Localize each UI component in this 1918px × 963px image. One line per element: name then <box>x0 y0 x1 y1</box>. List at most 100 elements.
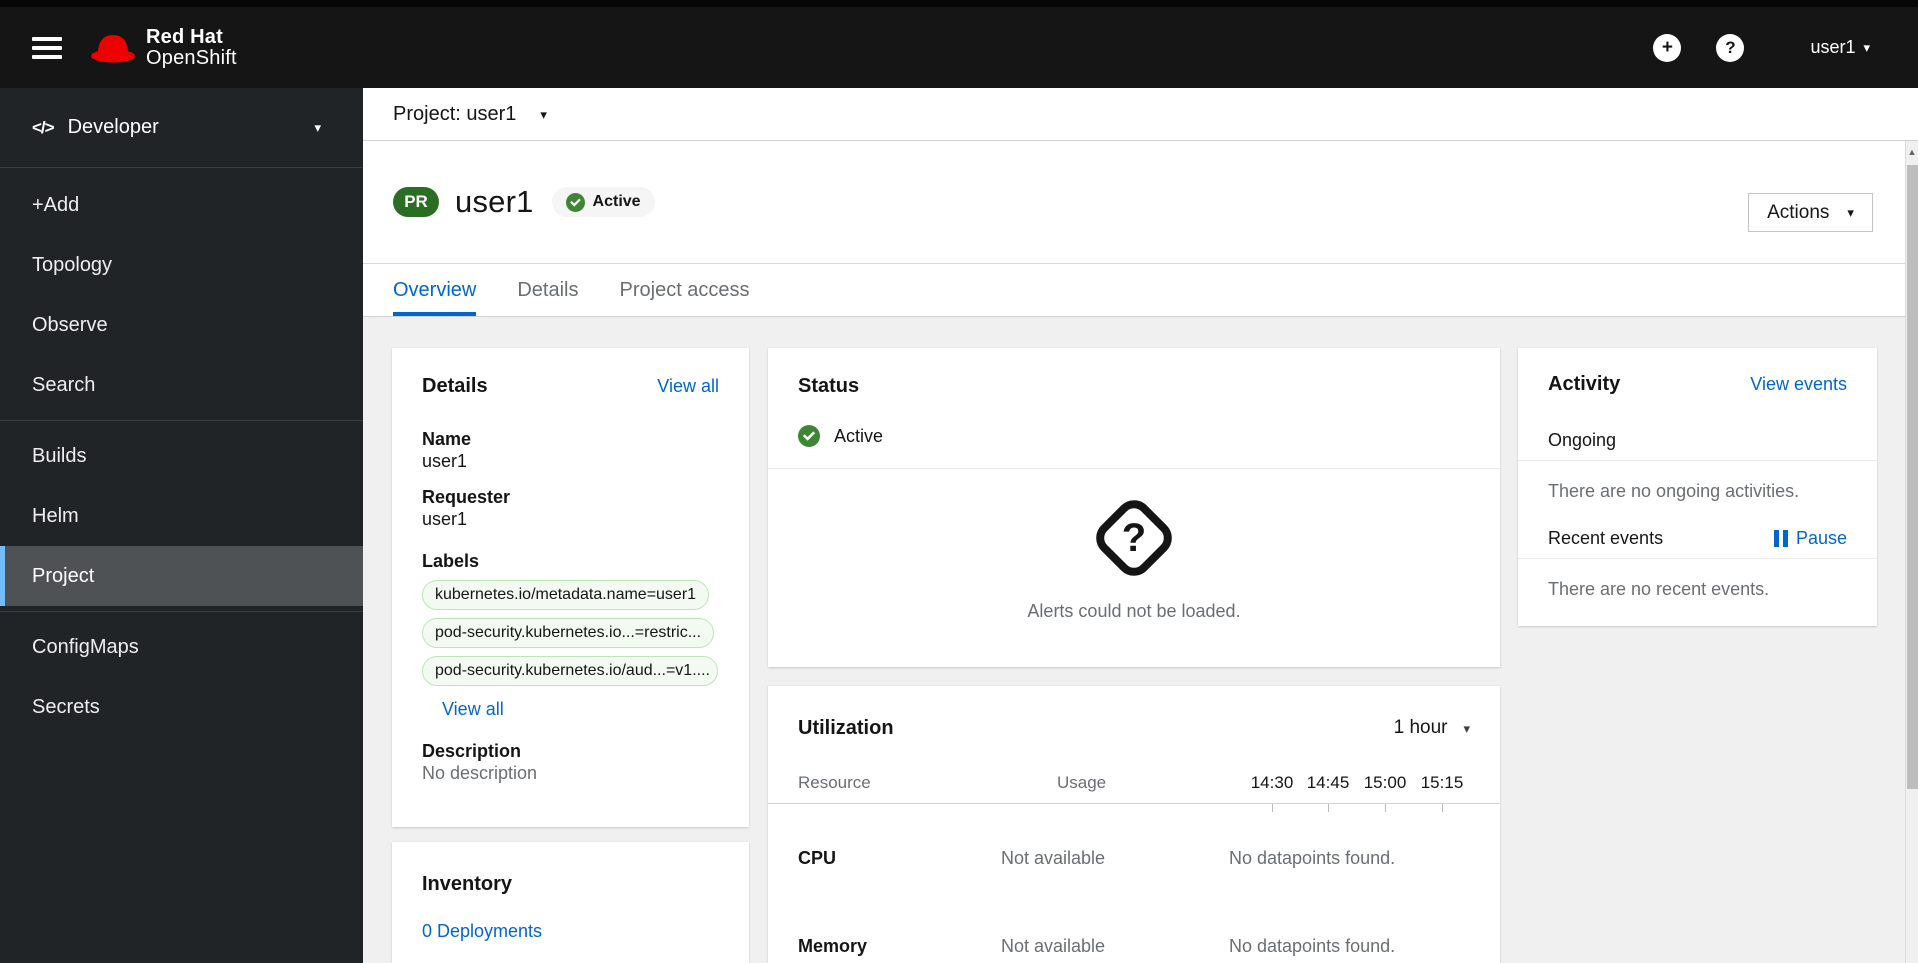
sidebar-nav: +Add Topology Observe Search Builds Helm… <box>0 168 363 737</box>
perspective-switcher[interactable]: </> Developer ▾ <box>0 88 363 168</box>
recent-events-label: Recent events <box>1548 528 1664 548</box>
sidebar-item-helm[interactable]: Helm <box>0 486 363 546</box>
status-active-label: Active <box>834 425 884 446</box>
help-circle-icon[interactable]: ? <box>1716 33 1745 62</box>
svg-text:?: ? <box>1122 516 1146 560</box>
brand-line1: Red Hat <box>146 25 223 48</box>
resource-column-header: Resource <box>798 773 871 792</box>
code-icon: </> <box>32 117 55 137</box>
project-selector[interactable]: Project: user1 <box>393 103 516 126</box>
description-value: No description <box>422 763 538 783</box>
status-card-title: Status <box>798 375 860 397</box>
page-title: user1 <box>455 184 534 219</box>
recent-empty-message: There are no recent events. <box>1548 579 1770 599</box>
usage-column-header: Usage <box>1057 773 1107 792</box>
project-selector-bar: Project: user1 ▾ <box>363 88 1918 141</box>
tab-overview[interactable]: Overview <box>393 264 476 316</box>
sidebar-divider <box>0 611 363 612</box>
scroll-up-arrow-icon[interactable]: ▲ <box>1906 141 1918 163</box>
vertical-scrollbar[interactable]: ▲ <box>1905 141 1918 963</box>
unknown-question-icon: ? <box>1096 500 1172 576</box>
resource-usage: Not available <box>1001 848 1106 868</box>
time-tick: 14:45 <box>1306 773 1350 792</box>
time-axis <box>768 803 1500 812</box>
details-card: Details View all Name user1 Requester us… <box>392 348 749 827</box>
ongoing-empty-message: There are no ongoing activities. <box>1548 481 1800 501</box>
masthead-toolbar: + ? user1 ▾ <box>1653 33 1870 62</box>
resource-usage: Not available <box>1001 936 1106 956</box>
brand-logo[interactable]: Red Hat OpenShift <box>90 25 237 69</box>
check-circle-icon <box>565 192 585 212</box>
details-view-all-link[interactable]: View all <box>657 376 719 397</box>
pause-button[interactable]: Pause <box>1773 527 1847 549</box>
utilization-row-memory: Memory Not available No datapoints found… <box>768 936 1500 958</box>
activity-card: Activity View events Ongoing There are n… <box>1518 348 1877 626</box>
masthead: Red Hat OpenShift + ? user1 ▾ <box>0 0 1918 88</box>
name-label: Name <box>422 429 472 449</box>
utilization-card-title: Utilization <box>798 717 894 739</box>
requester-value: user1 <box>422 509 468 529</box>
caret-down-icon: ▾ <box>1863 40 1870 55</box>
resource-name: Memory <box>798 936 868 956</box>
hamburger-menu-icon[interactable] <box>32 36 62 59</box>
time-tick: 15:15 <box>1420 773 1464 792</box>
sidebar-item-configmaps[interactable]: ConfigMaps <box>0 617 363 677</box>
utilization-row-cpu: CPU Not available No datapoints found. <box>768 848 1500 870</box>
sidebar-item-topology[interactable]: Topology <box>0 235 363 295</box>
tab-project-access[interactable]: Project access <box>620 264 750 316</box>
sidebar-item-observe[interactable]: Observe <box>0 295 363 355</box>
divider <box>1518 558 1877 559</box>
sidebar-item-add[interactable]: +Add <box>0 175 363 235</box>
perspective-label: Developer <box>67 116 159 138</box>
user-menu[interactable]: user1 ▾ <box>1810 37 1870 58</box>
ongoing-label: Ongoing <box>1548 430 1617 450</box>
utilization-card: Utilization 1 hour ▾ Resource Usage 14:3… <box>768 686 1500 963</box>
resource-datapoints: No datapoints found. <box>1229 936 1396 956</box>
name-value: user1 <box>422 451 468 471</box>
project-resource-badge: PR <box>393 187 439 217</box>
divider <box>1518 460 1877 461</box>
duration-value: 1 hour <box>1393 717 1448 738</box>
main-content: Project: user1 ▾ PR user1 Active Actions… <box>363 88 1918 963</box>
inventory-card: Inventory 0 Deployments <box>392 842 749 963</box>
label-pill: kubernetes.io/metadata.name=user1 <box>422 580 710 610</box>
scrollbar-thumb[interactable] <box>1907 165 1918 789</box>
status-badge: Active <box>551 187 655 217</box>
time-tick: 15:00 <box>1363 773 1407 792</box>
pause-icon <box>1773 529 1788 547</box>
brand-line2: OpenShift <box>146 46 237 69</box>
label-pill: pod-security.kubernetes.io/aud...=v1.... <box>422 656 718 686</box>
view-events-link[interactable]: View events <box>1750 374 1847 395</box>
caret-down-icon: ▾ <box>1463 720 1470 736</box>
status-card: Status Active ? Alerts could not be load… <box>768 348 1500 667</box>
resource-name: CPU <box>798 848 837 868</box>
sidebar-item-project[interactable]: Project <box>0 546 363 606</box>
brand-text: Red Hat OpenShift <box>146 25 237 69</box>
description-label: Description <box>422 741 522 761</box>
labels-label: Labels <box>422 551 480 571</box>
alerts-empty-message: Alerts could not be loaded. <box>1027 601 1241 621</box>
resource-datapoints: No datapoints found. <box>1229 848 1396 868</box>
caret-down-icon[interactable]: ▾ <box>540 108 547 121</box>
add-circle-icon[interactable]: + <box>1653 33 1682 62</box>
tab-details[interactable]: Details <box>517 264 578 316</box>
sidebar-item-search[interactable]: Search <box>0 355 363 415</box>
activity-card-title: Activity <box>1548 373 1621 395</box>
overview-dashboard: Details View all Name user1 Requester us… <box>363 317 1918 963</box>
sidebar-item-builds[interactable]: Builds <box>0 426 363 486</box>
requester-label: Requester <box>422 487 511 507</box>
actions-button-label: Actions <box>1767 201 1830 223</box>
sidebar-divider <box>0 420 363 421</box>
tab-bar: Overview Details Project access <box>363 264 1918 317</box>
redhat-fedora-icon <box>91 34 135 62</box>
caret-down-icon: ▾ <box>314 120 321 135</box>
labels-view-all-link[interactable]: View all <box>442 699 504 720</box>
duration-dropdown[interactable]: 1 hour ▾ <box>1394 717 1470 739</box>
caret-down-icon: ▾ <box>1847 205 1854 220</box>
deployments-link[interactable]: 0 Deployments <box>422 921 542 942</box>
sidebar-item-secrets[interactable]: Secrets <box>0 677 363 737</box>
check-circle-icon <box>798 425 820 447</box>
sidebar: </> Developer ▾ +Add Topology Observe Se… <box>0 88 363 963</box>
actions-button[interactable]: Actions ▾ <box>1748 193 1873 232</box>
pause-button-label: Pause <box>1795 528 1847 548</box>
